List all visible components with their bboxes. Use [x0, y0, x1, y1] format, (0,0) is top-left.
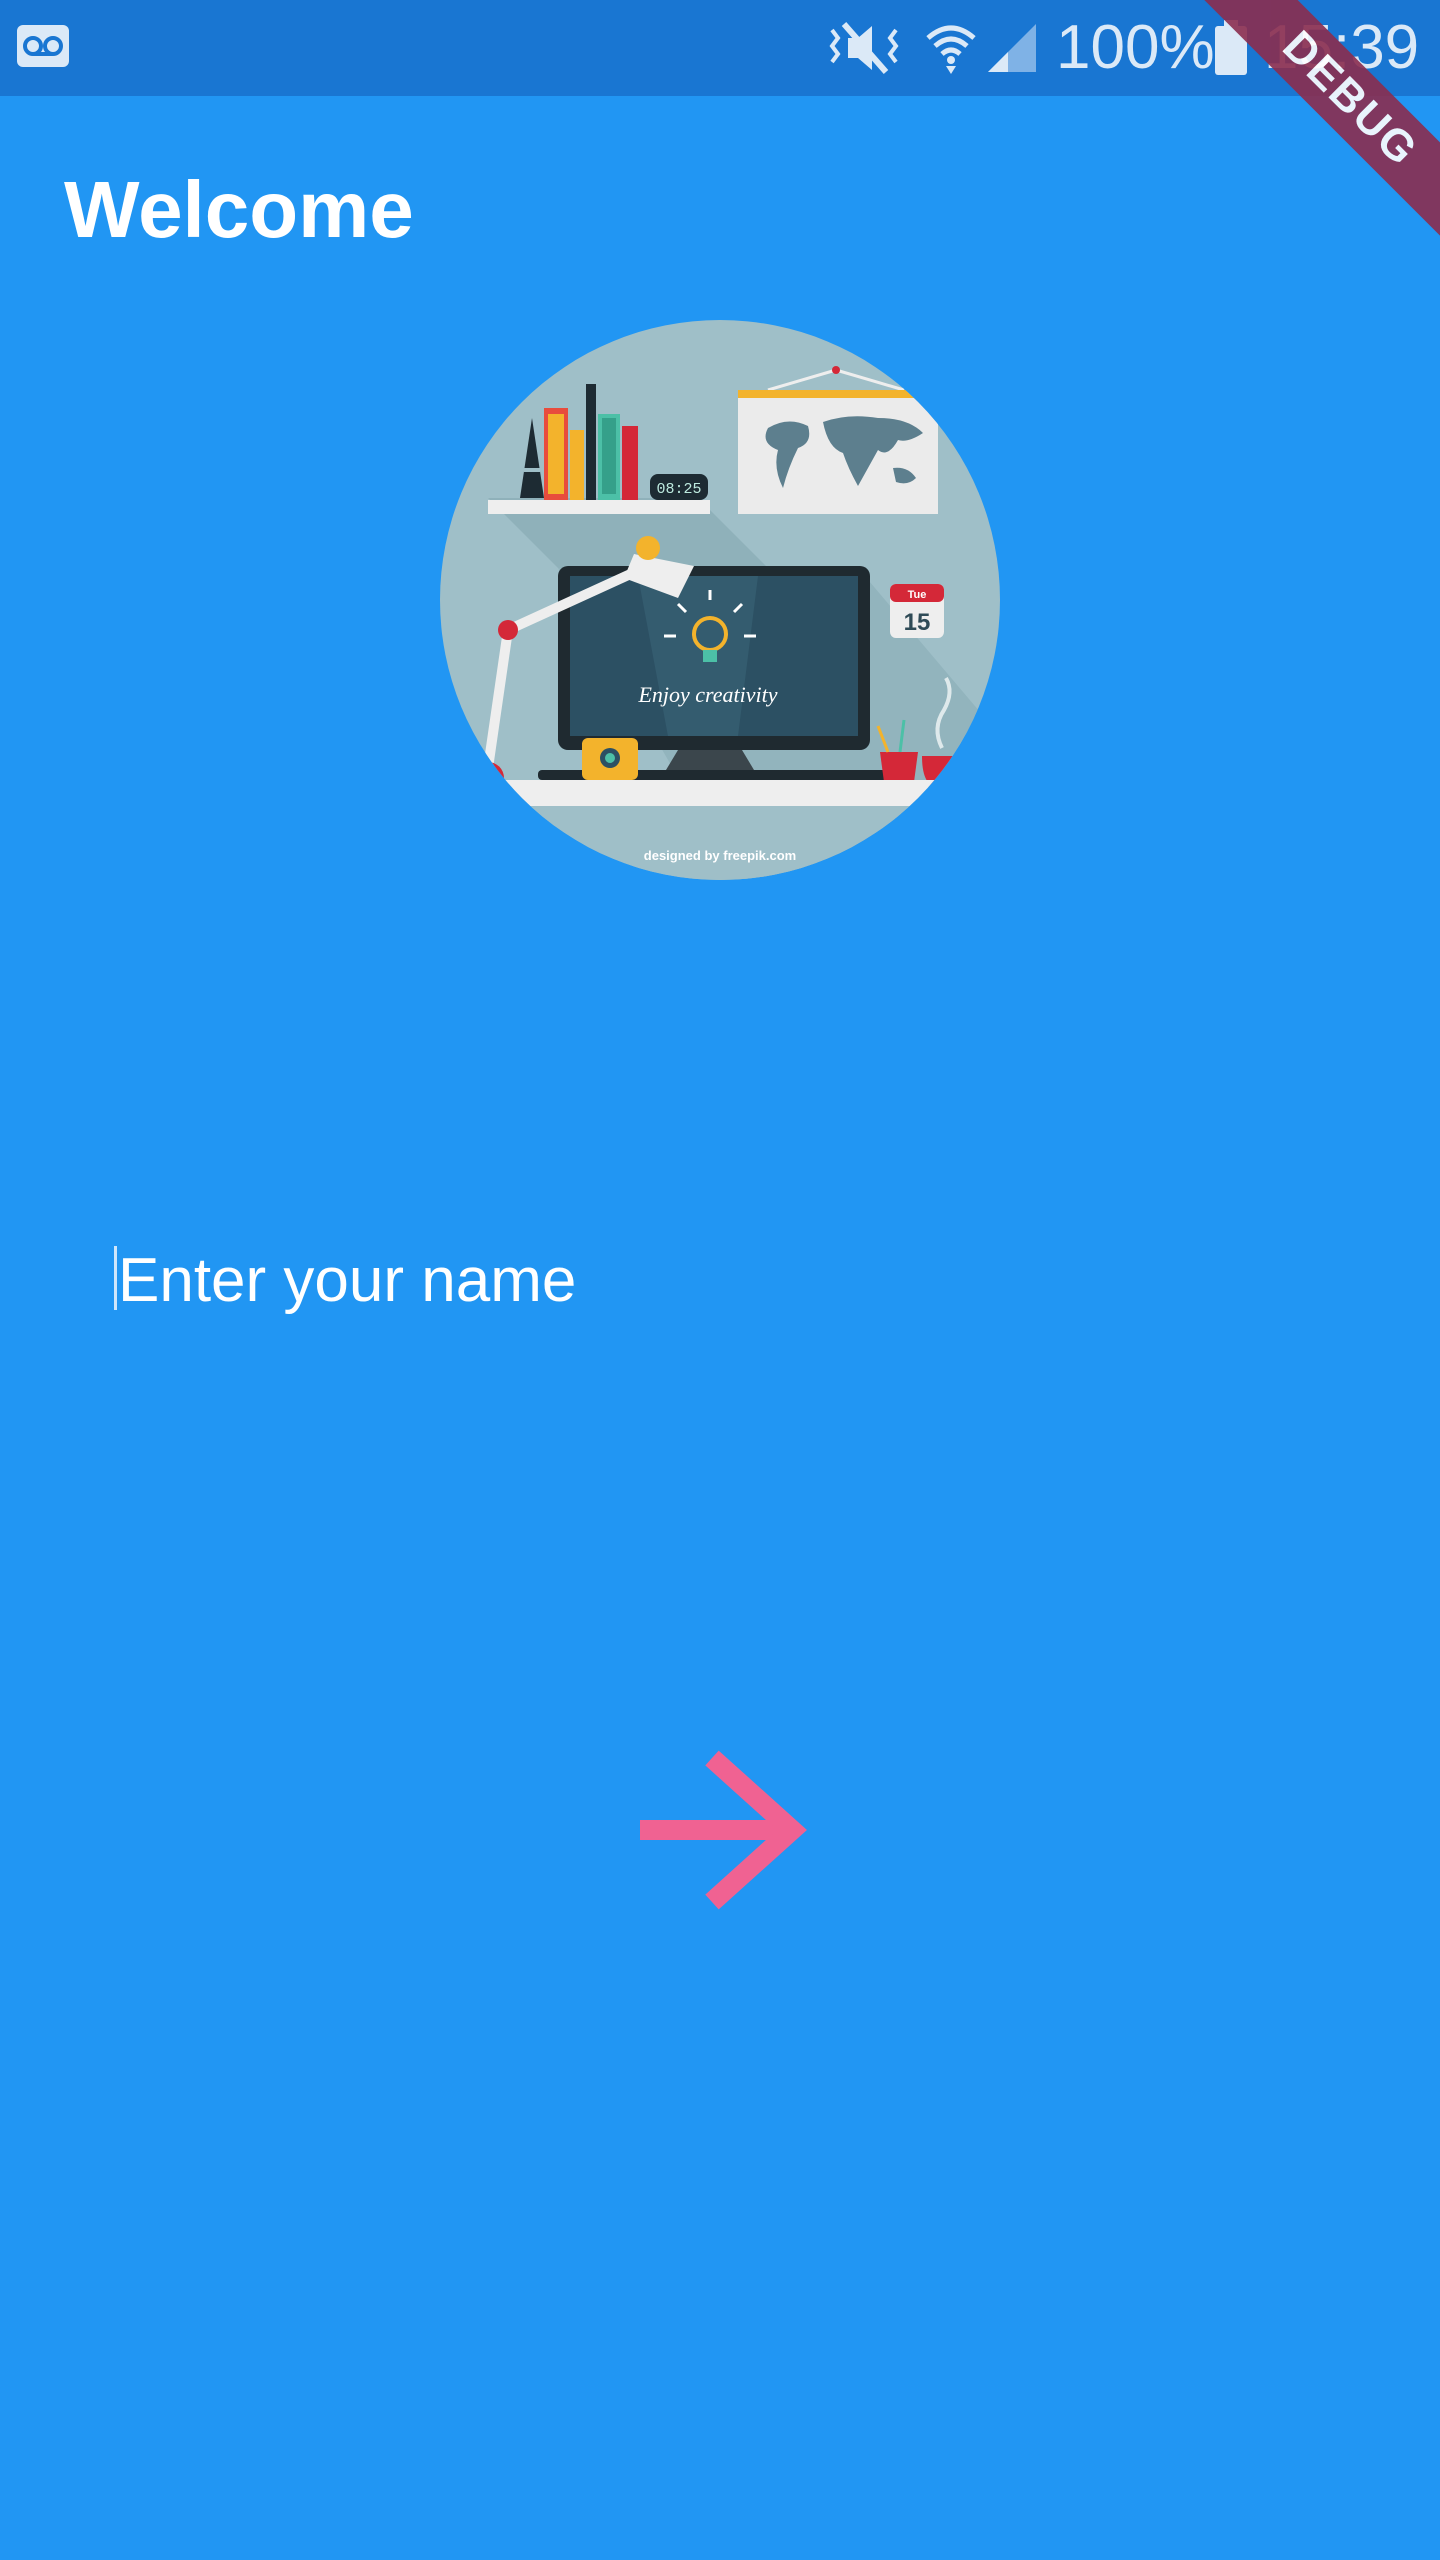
app-screen: 100% 15:39 DEBUG Welcome 08:25 Tue 15 En…	[0, 0, 1440, 2560]
desk-workspace-illustration: 08:25 Tue 15 Enjoy creativity designed b…	[438, 318, 1002, 882]
name-input[interactable]	[112, 1240, 1334, 1320]
text-cursor	[114, 1246, 117, 1310]
status-bar: 100% 15:39	[0, 0, 1440, 96]
battery-percentage: 100%	[1056, 13, 1215, 82]
battery-icon	[1214, 20, 1248, 81]
voicemail-icon	[16, 24, 70, 68]
name-field	[112, 1240, 1334, 1320]
status-time: 15:39	[1264, 13, 1420, 82]
arrow-right-icon	[620, 1750, 820, 1933]
illustration-credit: designed by freepik.com	[644, 848, 796, 863]
clock-text: 08:25	[656, 481, 701, 498]
calendar-day: Tue	[908, 589, 927, 601]
vibrate-mute-icon	[826, 20, 902, 81]
signal-icon	[986, 22, 1038, 79]
next-button[interactable]	[620, 1730, 820, 1930]
page-title: Welcome	[64, 165, 414, 254]
monitor-screen-text: Enjoy creativity	[637, 682, 777, 707]
calendar-date: 15	[904, 609, 931, 636]
wifi-icon	[926, 20, 976, 81]
